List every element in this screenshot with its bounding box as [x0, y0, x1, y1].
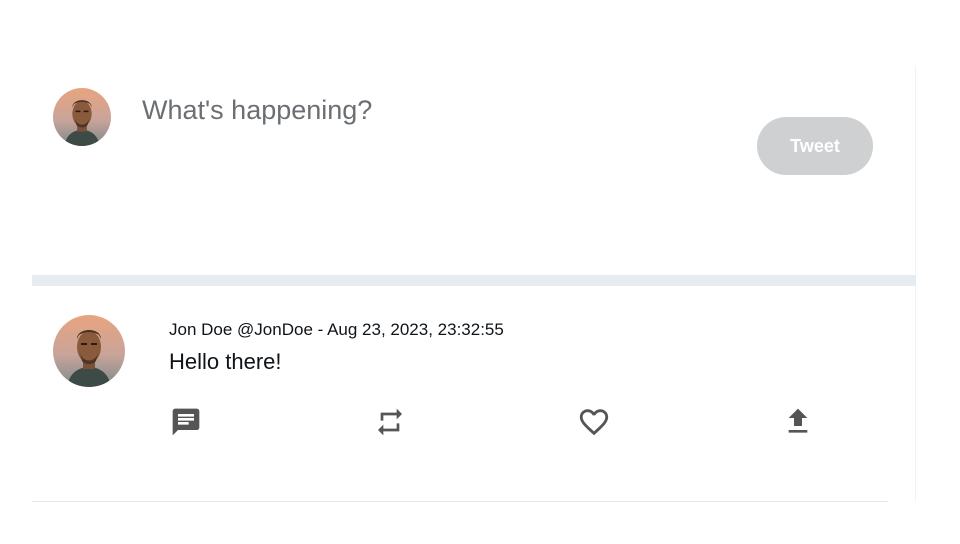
avatar-image [53, 315, 125, 387]
reply-button[interactable] [168, 404, 204, 440]
tweet-meta: Jon Doe @JonDoe - Aug 23, 2023, 23:32:55 [169, 320, 504, 339]
tweet-composer: Tweet [32, 66, 915, 275]
reply-icon [170, 406, 202, 438]
like-button[interactable] [576, 404, 612, 440]
tweet-item: Jon Doe @JonDoe - Aug 23, 2023, 23:32:55… [32, 286, 888, 502]
composer-input[interactable] [142, 90, 702, 130]
tweet-button[interactable]: Tweet [757, 117, 873, 175]
share-button[interactable] [780, 404, 816, 440]
retweet-icon [374, 406, 406, 438]
tweet-author-avatar[interactable] [53, 315, 125, 387]
section-separator [32, 275, 916, 286]
retweet-button[interactable] [372, 404, 408, 440]
composer-avatar[interactable] [53, 88, 111, 146]
share-icon [782, 406, 814, 438]
like-icon [577, 405, 611, 439]
avatar-image [53, 88, 111, 146]
timeline: Tweet Jon [0, 0, 960, 544]
tweet-text: Hello there! [169, 349, 282, 374]
